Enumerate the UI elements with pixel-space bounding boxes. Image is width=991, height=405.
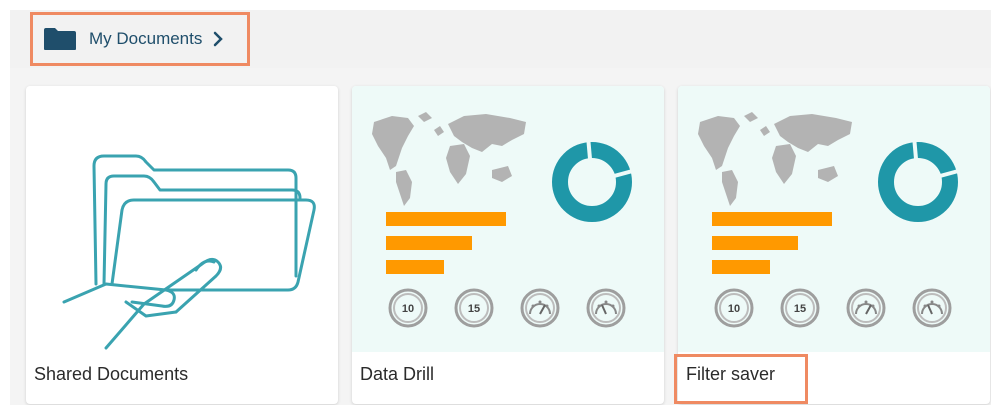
- bar-chart-icon: [386, 212, 506, 274]
- gauge-icon: [529, 300, 617, 315]
- dashboard-preview: 10 15: [352, 86, 664, 352]
- breadcrumb-label: My Documents: [89, 29, 203, 48]
- badge-10: 10: [402, 303, 414, 315]
- card-title: Shared Documents: [34, 364, 189, 384]
- donut-chart-icon: [878, 135, 963, 222]
- bar-chart-icon: [712, 212, 832, 274]
- world-map-icon: [698, 112, 852, 206]
- badge-10: 10: [728, 303, 740, 315]
- dashboard-preview: 10 15: [678, 86, 990, 352]
- badge-15: 15: [468, 303, 480, 315]
- donut-chart-icon: [552, 135, 637, 222]
- gauge-icon: [855, 300, 943, 315]
- card-shared-documents[interactable]: Shared Documents: [26, 86, 338, 404]
- shared-folder-illustration: [26, 86, 338, 352]
- badge-15: 15: [794, 303, 806, 315]
- card-data-drill[interactable]: 10 15 Data Drill: [352, 86, 664, 404]
- breadcrumb-my-documents[interactable]: My Documents: [30, 12, 250, 66]
- card-filter-saver[interactable]: 10 15 Filter saver: [678, 86, 990, 404]
- folder-icon: [44, 28, 76, 50]
- world-map-icon: [372, 112, 526, 206]
- card-title: Data Drill: [360, 364, 435, 384]
- card-title: Filter saver: [686, 364, 776, 384]
- chevron-right-icon: [214, 31, 224, 47]
